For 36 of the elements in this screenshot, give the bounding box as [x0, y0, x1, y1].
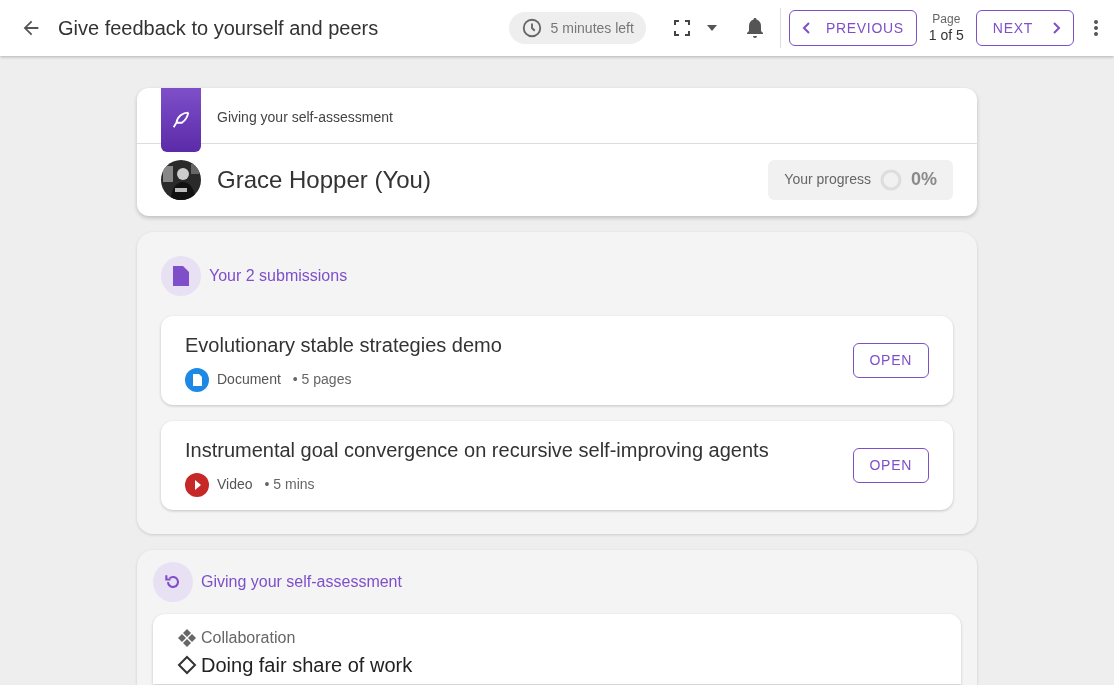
dropdown-caret-icon[interactable] — [705, 25, 718, 31]
chevron-right-icon — [1053, 22, 1061, 34]
progress-percent: 0% — [911, 168, 937, 191]
undo-icon — [153, 562, 193, 602]
diamonds-icon — [177, 628, 197, 648]
page-label: Page — [932, 11, 961, 27]
open-button[interactable]: OPEN — [852, 448, 929, 483]
clock-icon — [520, 17, 543, 39]
student-name: Grace Hopper (You) — [217, 164, 431, 195]
next-button[interactable]: NEXT — [975, 10, 1074, 46]
bell-icon[interactable] — [745, 17, 764, 39]
timer-text: 5 minutes left — [550, 18, 634, 38]
self-assessment-title: Giving your self-assessment — [201, 572, 402, 592]
document-icon — [185, 367, 209, 392]
submission-title: Evolutionary stable strategies demo — [185, 332, 502, 358]
progress-label: Your progress — [784, 170, 871, 189]
criterion-title: Doing fair share of work — [201, 653, 413, 678]
previous-button[interactable]: PREVIOUS — [788, 10, 917, 46]
diamond-icon — [177, 655, 197, 675]
file-icon — [161, 256, 201, 296]
page-count: 1 of 5 — [928, 26, 964, 45]
open-button[interactable]: OPEN — [852, 343, 929, 378]
chevron-left-icon — [801, 22, 810, 34]
more-options-icon[interactable] — [1094, 20, 1098, 36]
fullscreen-icon[interactable] — [673, 20, 690, 36]
feather-icon — [170, 109, 192, 131]
submission-type: Document — [217, 370, 281, 389]
submissions-title: Your 2 submissions — [209, 266, 348, 286]
play-icon — [185, 472, 209, 497]
submission-type: Video — [217, 475, 253, 494]
submission-detail: • 5 mins — [264, 475, 315, 494]
submission-detail: • 5 pages — [292, 370, 352, 389]
page-title: Give feedback to yourself and peers — [58, 16, 379, 41]
section-caption: Giving your self-assessment — [217, 108, 393, 127]
category-label: Collaboration — [201, 628, 296, 648]
submission-title: Instrumental goal convergence on recursive self-improving agents — [185, 437, 769, 463]
